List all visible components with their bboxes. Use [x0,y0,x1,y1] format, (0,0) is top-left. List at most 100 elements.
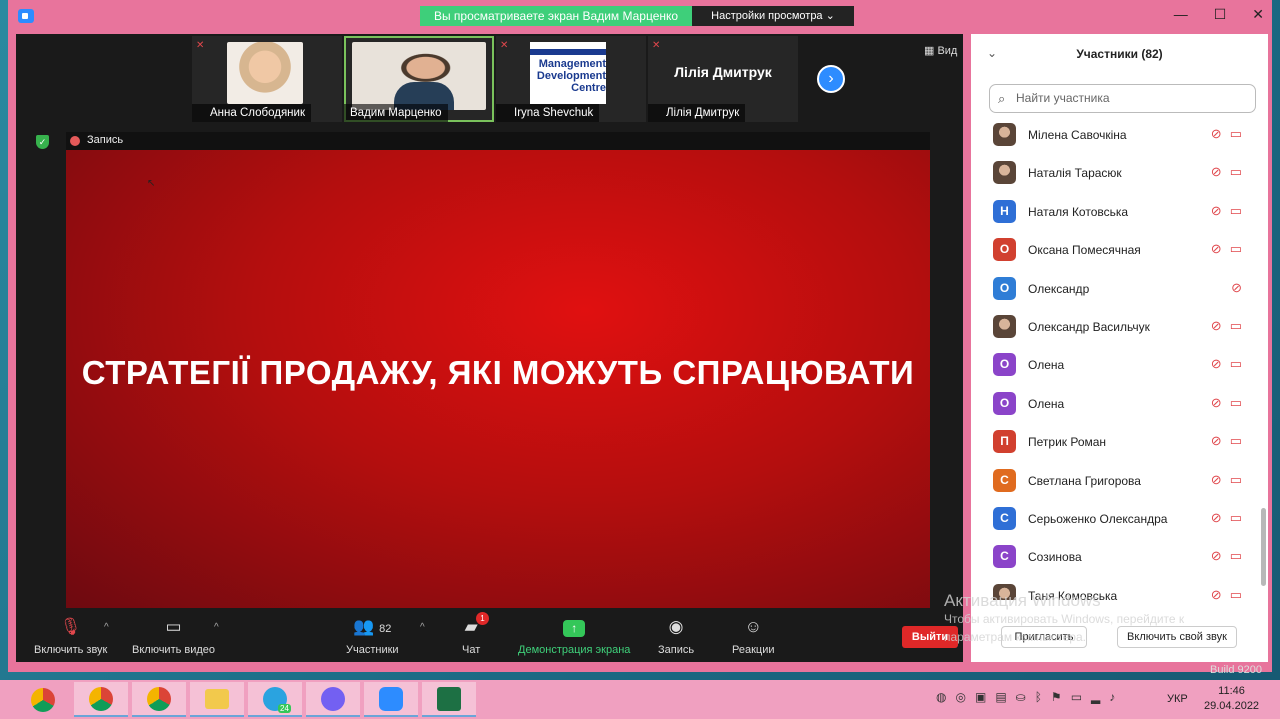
window-controls: — ☐ ✕ [1174,6,1264,23]
participant-row[interactable]: О Олена ⊘ ▭ [971,385,1268,423]
recording-label: Запись [87,134,124,146]
viber-icon [321,686,345,711]
video-off-icon: ▭ [1229,202,1242,218]
shared-screen-slide: ↖ СТРАТЕГІЇ ПРОДАЖУ, ЯКІ МОЖУТЬ СПРАЦЮВА… [66,150,930,608]
mic-off-icon: ⊘ [1210,548,1222,564]
security-tray-icon[interactable]: ▤ [995,690,1006,704]
flag-tray-icon[interactable]: ⚑ [1051,690,1062,704]
thumbnail-vadim[interactable]: Вадим Марценко [344,36,494,122]
participant-status-icons: ⊘ ▭ [1211,164,1242,180]
video-off-icon: ▭ [165,617,182,636]
participant-name: Серьоженко Олександра [1028,511,1168,526]
video-off-icon: ▭ [1229,241,1242,257]
participant-name: Олена [1028,396,1065,411]
participant-status-icons: ⊘ ▭ [1211,433,1242,449]
mic-off-icon: ⊘ [1210,471,1222,487]
recording-bar: Запись [66,132,930,150]
participants-scrollbar[interactable] [1261,508,1266,586]
zoom-tray-icon[interactable]: ▣ [975,690,986,704]
avatar: С [993,468,1016,492]
unmute-button[interactable]: 🎙 Включить звук [34,616,107,656]
taskbar-chrome-profile-2[interactable] [132,682,186,717]
participant-row[interactable]: О Оксана Помесячная ⊘ ▭ [971,231,1268,269]
participant-row[interactable]: С Светлана Григорова ⊘ ▭ [971,462,1268,500]
record-button[interactable]: ◉ Запись [658,616,694,656]
audio-options-chevron-icon[interactable]: ^ [104,622,109,633]
participant-row[interactable]: Наталія Тарасюк ⊘ ▭ [971,154,1268,192]
chrome-tray-icon[interactable]: ◍ [936,690,946,704]
participant-name: Олена [1028,358,1065,373]
participant-row[interactable]: Олександр Васильчук ⊘ ▭ [971,308,1268,346]
thumbnail-anna[interactable]: ✕ Анна Слободяник [192,36,342,122]
volume-tray-icon[interactable]: ♪ [1109,690,1115,704]
panel-title: Участники (82) [1076,47,1163,61]
taskbar-excel[interactable] [422,682,476,717]
avatar: О [993,391,1016,415]
recording-dot-icon [70,136,80,146]
maximize-button[interactable]: ☐ [1214,6,1227,23]
participant-row[interactable]: С Серьоженко Олександра ⊘ ▭ [971,500,1268,538]
taskbar-clock[interactable]: 11:46 29.04.2022 [1204,684,1259,714]
record-icon: ◉ [668,617,684,636]
video-off-icon: ▭ [1229,394,1242,410]
participants-list: Мілена Савочкіна ⊘ ▭ Наталія Тарасюк ⊘ ▭ Н Ната… [971,116,1268,600]
meeting-toolbar: 🎙 Включить звук ^ ▭ Включить видео ^ 👥 8… [16,612,963,662]
video-off-icon: ▭ [1229,433,1242,449]
start-video-button[interactable]: ▭ Включить видео [132,616,215,656]
battery-tray-icon[interactable]: ▭ [1071,690,1082,704]
view-settings-button[interactable]: Настройки просмотра ⌄ [692,6,854,26]
avatar [993,123,1016,146]
taskbar-chrome-profile-1[interactable] [74,682,128,717]
network-tray-icon[interactable]: ▂ [1091,690,1100,704]
participant-row[interactable]: О Олександр ⊘ [971,270,1268,308]
taskbar-chrome[interactable] [16,682,70,717]
video-off-icon: ▭ [1229,317,1242,333]
taskbar-file-explorer[interactable] [190,682,244,717]
participants-icon: 👥 82 [353,617,392,636]
participants-options-chevron-icon[interactable]: ^ [420,622,425,633]
reactions-button[interactable]: ☺ Реакции [732,616,775,656]
video-off-icon: ▭ [1229,356,1242,372]
next-page-arrow-icon[interactable]: › [817,65,845,93]
viber-tray-icon[interactable]: ◎ [955,690,965,704]
language-indicator[interactable]: УКР [1167,693,1188,705]
video-options-chevron-icon[interactable]: ^ [214,622,219,633]
participant-row[interactable]: Мілена Савочкіна ⊘ ▭ [971,116,1268,154]
system-tray: ◍ ◎ ▣ ▤ ⛀ ᛒ ⚑ ▭ ▂ ♪ [936,690,1115,704]
bluetooth-tray-icon[interactable]: ᛒ [1035,690,1042,704]
participant-video [227,42,303,104]
avatar [993,161,1016,185]
thumbnail-liliia[interactable]: Лілія Дмитрук ✕ Лілія Дмитрук [648,36,798,122]
mic-off-icon: 🎙 [59,617,82,636]
thumbnail-iryna[interactable]: Management Development Centre ✕ Iryna Sh… [496,36,646,122]
participant-row[interactable]: О Олена ⊘ ▭ [971,346,1268,384]
slide-title: СТРАТЕГІЇ ПРОДАЖУ, ЯКІ МОЖУТЬ СПРАЦЮВАТИ [81,354,915,391]
share-screen-button[interactable]: ↑ Демонстрация экрана [518,616,630,656]
reactions-icon: ☺ [744,617,762,636]
close-button[interactable]: ✕ [1252,6,1264,23]
excel-icon [437,686,461,711]
participants-button[interactable]: 👥 82 Участники [346,616,399,656]
participant-row[interactable]: П Петрик Роман ⊘ ▭ [971,423,1268,461]
taskbar-zoom[interactable] [364,682,418,717]
taskbar-telegram[interactable]: 24 [248,682,302,717]
chrome-icon [31,687,55,712]
participant-row[interactable]: Н Наталя Котовська ⊘ ▭ [971,193,1268,231]
mic-off-icon: ✕ [500,40,509,51]
participant-status-icons: ⊘ ▭ [1211,203,1242,219]
usb-tray-icon[interactable]: ⛀ [1016,690,1026,704]
view-button[interactable]: ▦ Вид [924,44,957,57]
mic-off-icon: ✕ [652,40,661,51]
windows-activation-watermark: Активация Windows Чтобы активировать Win… [944,591,1185,645]
minimize-button[interactable]: — [1174,6,1188,23]
participant-row[interactable]: С Созинова ⊘ ▭ [971,538,1268,576]
participant-search[interactable]: ⌕ [989,84,1256,113]
search-input[interactable] [1016,91,1246,105]
security-shield-icon[interactable]: ✓ [36,135,49,149]
participant-video [352,42,486,110]
video-off-icon: ▭ [1229,126,1242,141]
participant-status-icons: ⊘ [1231,280,1242,296]
chat-button[interactable]: ▰ 1 Чат [462,612,489,656]
taskbar-viber[interactable] [306,682,360,717]
mic-off-icon: ⊘ [1210,394,1222,410]
